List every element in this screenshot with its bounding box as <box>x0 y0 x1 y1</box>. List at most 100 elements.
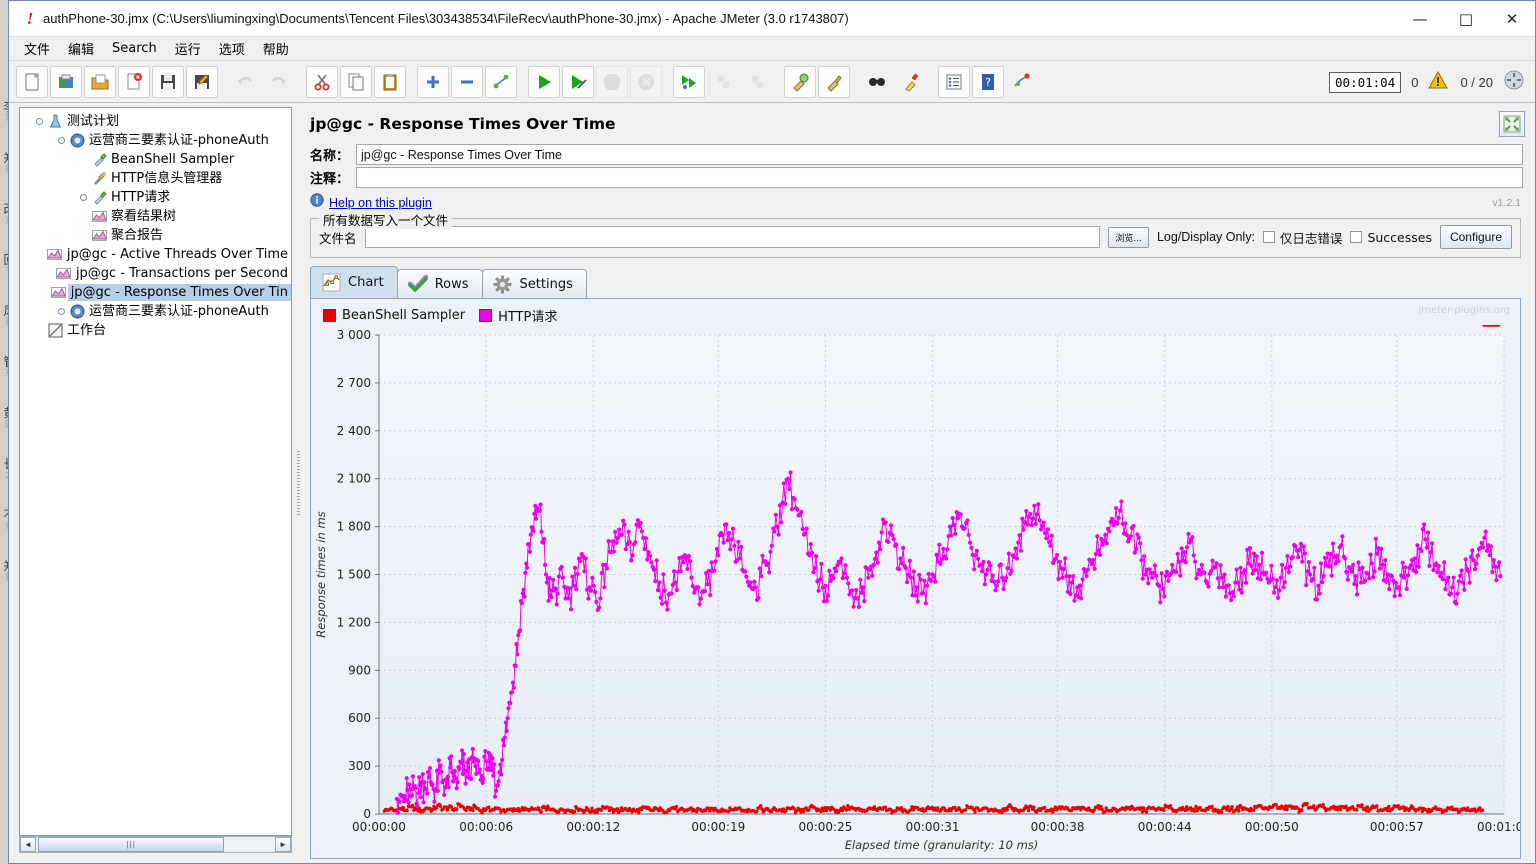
successes-checkbox[interactable]: Successes <box>1350 230 1432 245</box>
function-helper-icon[interactable] <box>938 65 970 98</box>
menu-run[interactable]: 运行 <box>166 36 210 61</box>
tree-item-3[interactable]: HTTP信息头管理器 <box>24 169 291 188</box>
tree-item-label: 聚合报告 <box>111 228 164 243</box>
comment-label: 注释： <box>310 172 350 187</box>
search-icon[interactable] <box>861 66 893 98</box>
menu-options[interactable]: 选项 <box>210 36 254 61</box>
chart-icon <box>321 273 341 293</box>
close-icon[interactable] <box>118 65 150 98</box>
help-on-this-plugin-link[interactable]: Help on this plugin <box>329 196 432 210</box>
tree-expand-handle[interactable] <box>54 305 68 319</box>
menu-file[interactable]: 文件 <box>15 36 59 61</box>
x-tick-label: 00:00:38 <box>1031 820 1085 834</box>
tree-expand-handle[interactable] <box>32 115 46 129</box>
tree-item-10[interactable]: 运营商三要素认证-phoneAuth <box>24 302 291 321</box>
shutdown-icon <box>630 65 662 98</box>
stop-icon <box>596 65 628 98</box>
y-tick-label: 600 <box>348 711 371 725</box>
checkmark-icon <box>407 274 428 294</box>
test-plan-icon <box>46 114 64 130</box>
reset-search-icon[interactable] <box>895 66 927 98</box>
configure-button[interactable]: Configure <box>1439 225 1512 249</box>
clear-icon[interactable] <box>784 65 816 98</box>
tree-item-4[interactable]: HTTP请求 <box>24 188 291 207</box>
errors-only-checkbox-box[interactable] <box>1262 231 1275 243</box>
running-indicator-icon <box>1503 69 1525 96</box>
menu-edit[interactable]: 编辑 <box>59 36 103 61</box>
heap-dump-icon[interactable] <box>1006 66 1038 98</box>
tree-horizontal-scrollbar[interactable]: ◄ ||| ► <box>19 836 292 853</box>
start-no-pauses-icon[interactable] <box>562 65 594 98</box>
tree-expand-handle[interactable] <box>54 134 68 148</box>
minimize-button[interactable]: — <box>1397 1 1443 37</box>
legend-label-beanshell: BeanShell Sampler <box>342 308 466 323</box>
cut-icon[interactable] <box>306 65 338 98</box>
help-icon[interactable]: ? <box>972 65 1004 98</box>
legend-swatch-http <box>479 309 493 322</box>
menu-search[interactable]: Search <box>103 38 166 59</box>
tree-expand-handle[interactable] <box>76 191 90 205</box>
tab-rows[interactable]: Rows <box>396 269 483 298</box>
redo-icon <box>263 66 295 98</box>
new-icon[interactable] <box>16 65 48 98</box>
maximize-panel-icon[interactable] <box>1499 111 1525 137</box>
tree-item-5[interactable]: 察看结果树 <box>24 207 291 226</box>
tree-item-11[interactable]: 工作台 <box>24 321 291 340</box>
help-row: Help on this plugin v1.2.1 <box>302 189 1529 216</box>
toggle-icon[interactable] <box>485 65 517 98</box>
save-icon[interactable] <box>152 65 184 98</box>
tree-item-2[interactable]: BeanShell Sampler <box>24 150 291 169</box>
tree-item-0[interactable]: 测试计划 <box>24 112 291 131</box>
name-input[interactable] <box>356 144 1523 165</box>
templates-icon[interactable] <box>50 65 82 98</box>
scroll-right-arrow[interactable]: ► <box>275 837 291 852</box>
tree-item-8[interactable]: jp@gc - Transactions per Second <box>24 264 291 283</box>
tab-settings[interactable]: Settings <box>481 269 587 298</box>
tree-item-1[interactable]: 运营商三要素认证-phoneAuth <box>24 131 291 150</box>
legend-item-http[interactable]: HTTP请求 <box>479 306 557 325</box>
menu-help[interactable]: 帮助 <box>254 36 298 61</box>
errors-only-checkbox[interactable]: 仅日志错误 <box>1262 228 1342 247</box>
paste-icon[interactable] <box>374 65 406 98</box>
browse-button[interactable]: 浏览... <box>1108 226 1149 248</box>
tree-item-7[interactable]: jp@gc - Active Threads Over Time <box>24 245 291 264</box>
legend-swatch-beanshell <box>323 309 336 322</box>
filename-input[interactable] <box>364 226 1101 248</box>
copy-icon[interactable] <box>340 65 372 98</box>
y-tick-label: 2 100 <box>337 472 371 486</box>
listener-icon <box>90 209 108 225</box>
successes-checkbox-box[interactable] <box>1350 231 1363 243</box>
tree-item-9[interactable]: jp@gc - Response Times Over Tin <box>24 283 291 302</box>
collapse-all-icon[interactable] <box>451 65 483 98</box>
y-tick-label: 2 400 <box>337 424 371 438</box>
start-icon[interactable] <box>528 65 560 98</box>
expand-all-icon[interactable] <box>417 65 449 98</box>
listener-icon <box>90 228 108 244</box>
split-divider[interactable] <box>294 103 302 863</box>
close-button[interactable]: ✕ <box>1489 1 1535 37</box>
tree-item-label: jp@gc - Active Threads Over Time <box>66 247 288 262</box>
panel-header: jp@gc - Response Times Over Time <box>302 105 1529 143</box>
plot-area[interactable]: 0 300 600 900 1 200 1 500 1 800 2 100 2 400 2 700… <box>311 325 1520 858</box>
save-as-icon[interactable] <box>186 65 218 98</box>
legend-item-beanshell[interactable]: BeanShell Sampler <box>323 308 465 323</box>
tree-item-label: 运营商三要素认证-phoneAuth <box>89 304 269 319</box>
clear-all-icon[interactable] <box>818 65 850 98</box>
tree-handle-spacer <box>36 286 50 300</box>
maximize-button[interactable]: □ <box>1443 1 1489 37</box>
tree-item-6[interactable]: 聚合报告 <box>24 226 291 245</box>
scroll-track[interactable]: ||| <box>36 837 275 852</box>
x-tick-label: 00:00:25 <box>798 820 852 834</box>
scroll-left-arrow[interactable]: ◄ <box>20 837 36 852</box>
response-times-plot[interactable]: 0 300 600 900 1 200 1 500 1 800 2 100 2 400 2 700… <box>311 325 1520 858</box>
start-remote-all-icon[interactable] <box>673 65 705 98</box>
tab-chart[interactable]: Chart <box>310 266 398 298</box>
y-tick-label: 300 <box>348 759 371 773</box>
scroll-thumb[interactable]: ||| <box>38 837 225 852</box>
x-tick-label: 00:00:06 <box>459 820 513 834</box>
open-icon[interactable] <box>84 65 116 98</box>
test-plan-tree[interactable]: 测试计划 运营商三要素认证-phoneAuth BeanShell Sampler H… <box>19 107 292 836</box>
tree-item-label: BeanShell Sampler <box>111 152 235 167</box>
comment-input[interactable] <box>356 167 1523 188</box>
chart-panel[interactable]: BeanShell Sampler HTTP请求 jmeter-plugins.… <box>310 298 1521 859</box>
